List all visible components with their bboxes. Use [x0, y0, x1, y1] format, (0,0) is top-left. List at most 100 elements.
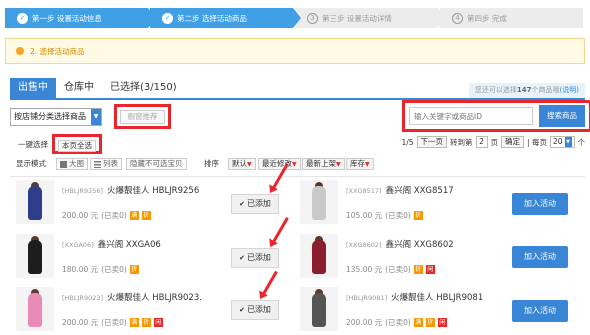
product-title[interactable]: [HBLJR9256] 火爆靓佳人 HBLJR9256 [62, 184, 199, 196]
confirm-button[interactable]: 确定 [501, 136, 525, 148]
step-3-label: 第三步 设置活动详情 [322, 13, 392, 23]
search-input[interactable] [409, 107, 533, 125]
sort-arrow-icon: ▼ [336, 161, 341, 168]
tag-badge: 满 [129, 318, 139, 327]
add-to-activity-button[interactable]: 加入活动 [512, 300, 568, 322]
sort-default-label: 默认 [232, 159, 247, 168]
bulk-select-label: 一键选择 [18, 140, 48, 149]
hide-unselectable-button[interactable]: 隐藏不可选宝贝 [126, 158, 187, 170]
product-thumbnail[interactable] [300, 234, 338, 278]
per-page-label: | 每页 [527, 137, 547, 147]
product-price: 105.00 元 (已卖0) 折 [346, 210, 423, 221]
quota-prefix: 您还可以选择 [474, 86, 517, 94]
select-page-highlight: 本页全选 [52, 134, 102, 154]
add-to-activity-button[interactable]: 加入活动 [512, 193, 568, 215]
per-page-value: 20 [552, 137, 563, 146]
next-page-button[interactable]: 下一页 [416, 136, 448, 148]
product-thumbnail[interactable] [16, 287, 54, 331]
price-value: 180.00 元 [62, 265, 99, 274]
sold-count: (已卖0) [101, 318, 127, 327]
notice-text: 2. 选择活动商品 [30, 46, 85, 56]
large-image-mode-button[interactable]: 大图 [56, 158, 88, 170]
page-unit: 页 [490, 137, 499, 147]
step-4-label: 第四步 完成 [467, 13, 507, 23]
step-4: 4 第四步 完成 [440, 8, 583, 28]
product-title[interactable]: [HBLJR9081] 火爆靓佳人 HBLJR9081 [346, 291, 483, 303]
quota-help-link[interactable]: (说明) [560, 86, 579, 94]
product-item: [HBLJR9081] 火爆靓佳人 HBLJR9081 200.00 元 (已卖0)… [300, 287, 483, 335]
sort-stock-label: 库存 [350, 159, 365, 168]
pagination: 1/5 下一页 转到第 2 页 确定 | 每页 20 ▼ 个 [401, 136, 585, 148]
product-price: 200.00 元 (已卖0) 满折闲 [346, 317, 447, 328]
sold-count: (已卖0) [101, 265, 127, 274]
window-recommend-button[interactable]: 橱窗推荐 [120, 110, 165, 124]
tag-badge: 满 [129, 211, 139, 220]
product-code: [HBLJR9023] [62, 294, 104, 302]
added-button[interactable]: 已添加 [231, 248, 279, 268]
notice-bar: 2. 选择活动商品 [5, 38, 585, 64]
tag-badge: 折 [141, 318, 151, 327]
window-recommend-highlight: 橱窗推荐 [114, 104, 171, 129]
product-title[interactable]: [XXGA06] 鑫兴阁 XXGA06 [62, 238, 161, 250]
product-thumbnail[interactable] [16, 234, 54, 278]
product-thumbnail[interactable] [300, 287, 338, 331]
tab-in-warehouse[interactable]: 仓库中 [56, 78, 102, 98]
sort-default-button[interactable]: 默认▼ [228, 158, 256, 170]
product-thumbnail[interactable] [300, 180, 338, 224]
product-code: [HBLJR9081] [346, 294, 388, 302]
product-title[interactable]: [XXG8602] 鑫兴阁 XXG8602 [346, 238, 454, 250]
added-button[interactable]: 已添加 [231, 300, 279, 320]
per-page-unit: 个 [577, 137, 586, 147]
search-button[interactable]: 搜索商品 [539, 105, 585, 127]
product-name: 火爆靓佳人 HBLJR9256 [107, 186, 200, 196]
price-value: 135.00 元 [346, 265, 383, 274]
sold-count: (已卖0) [385, 318, 411, 327]
tab-bar: 出售中 仓库中 已选择(3/150) 您还可以选择147个商品哦(说明) [10, 78, 585, 100]
list-label: 列表 [103, 159, 118, 168]
sort-arrow-icon: ▼ [365, 161, 370, 168]
sort-recent-modified-button[interactable]: 最近修改▼ [258, 158, 301, 170]
check-icon: ✓ [17, 12, 28, 24]
per-page-select[interactable]: 20 ▼ [549, 136, 575, 148]
list-mode-button[interactable]: 列表 [90, 158, 122, 170]
tag-badge: 满 [413, 318, 423, 327]
sort-newest-button[interactable]: 最新上架▼ [302, 158, 345, 170]
sold-count: (已卖0) [385, 265, 411, 274]
bulk-row: 一键选择 本页全选 1/5 下一页 转到第 2 页 确定 | 每页 20 ▼ 个 [10, 134, 585, 154]
sold-count: (已卖0) [385, 211, 411, 220]
sort-newest-label: 最新上架 [306, 159, 336, 168]
step-4-number: 4 [452, 12, 463, 24]
product-code: [HBLJR9256] [62, 187, 104, 195]
tag-badge: 闲 [425, 265, 435, 274]
step-2-label: 第二步 选择活动商品 [177, 13, 247, 23]
large-image-label: 大图 [69, 159, 84, 168]
select-page-button[interactable]: 本页全选 [58, 140, 96, 152]
category-select[interactable]: 按店铺分类选择商品 ▼ [10, 108, 102, 126]
filter-row: 按店铺分类选择商品 ▼ 橱窗推荐 搜索商品 [10, 100, 590, 132]
tab-on-sale[interactable]: 出售中 [10, 78, 56, 98]
display-mode-row: 显示模式 大图 列表 隐藏不可选宝贝 排序 默认▼ 最近修改▼ 最新上架▼ 库存… [10, 156, 585, 174]
product-title[interactable]: [HBLJR9023] 火爆靓佳人 HBLJR9023. [62, 291, 202, 303]
quota-count: 147 [516, 86, 532, 94]
tag-badge: 折 [129, 265, 139, 274]
tab-selected[interactable]: 已选择(3/150) [102, 78, 185, 98]
product-title[interactable]: [XXG8517] 鑫兴阁 XXG8517 [346, 184, 454, 196]
added-button[interactable]: 已添加 [231, 194, 279, 214]
step-1: ✓ 第一步 设置活动信息 [5, 8, 156, 28]
product-thumbnail[interactable] [16, 180, 54, 224]
quota-notice: 您还可以选择147个商品哦(说明) [468, 83, 585, 98]
add-to-activity-button[interactable]: 加入活动 [512, 246, 568, 268]
price-value: 200.00 元 [62, 318, 99, 327]
product-code: [XXG8517] [346, 187, 382, 195]
display-mode-label: 显示模式 [16, 159, 46, 168]
chevron-down-icon: ▼ [564, 137, 572, 147]
tag-badge: 闲 [437, 318, 447, 327]
step-3: 3 第三步 设置活动详情 [295, 8, 446, 28]
page-input[interactable]: 2 [475, 136, 488, 148]
divider [10, 176, 585, 177]
sort-arrow-icon: ▼ [292, 161, 297, 168]
product-price: 135.00 元 (已卖0) 折闲 [346, 264, 435, 275]
product-price: 200.00 元 (已卖0) 满折 [62, 210, 151, 221]
chevron-down-icon: ▼ [91, 109, 101, 125]
sort-stock-button[interactable]: 库存▼ [346, 158, 374, 170]
